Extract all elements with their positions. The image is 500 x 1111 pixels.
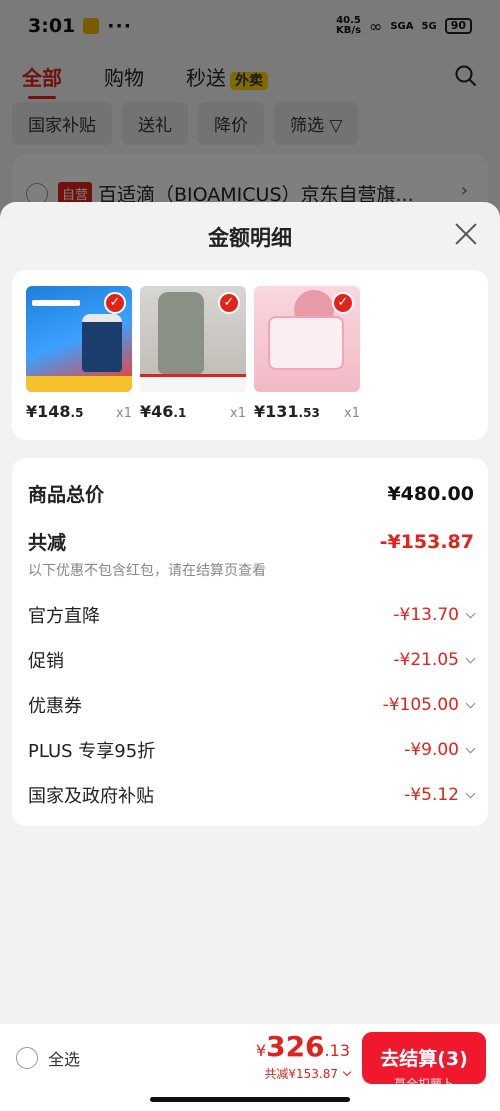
- checkout-sublabel: 莫全扣萝卜: [393, 1077, 454, 1084]
- product-price: ¥148.5: [26, 402, 83, 421]
- amount-decimal: .13: [324, 1041, 350, 1060]
- total-price-value: ¥480.00: [387, 482, 474, 505]
- product-image-fish-oil: ✓: [26, 286, 132, 392]
- reduced-amount: 共减¥153.87: [264, 1067, 338, 1081]
- government-subsidy-amount: -¥5.12: [404, 785, 459, 805]
- chevron-down-icon: [465, 788, 476, 798]
- discount-note: 以下优惠不包含红包，请在结算页查看: [28, 563, 266, 579]
- product-item[interactable]: ✓ ¥46.1 x1: [140, 286, 246, 421]
- product-price: ¥46.1: [140, 402, 186, 421]
- close-icon[interactable]: [454, 222, 478, 246]
- product-image-pants: ✓: [140, 286, 246, 392]
- product-thumbnails: ✓ ¥148.5 x1 ✓ ¥46.1 x1 ✓ ¥131.53 x1: [12, 270, 488, 440]
- checked-icon: ✓: [332, 292, 354, 314]
- amount-detail-sheet: 金额明细 ✓ ¥148.5 x1 ✓ ¥46.1 x1 ✓ ¥131.53 x1…: [0, 202, 500, 1111]
- product-price-int: ¥131: [254, 402, 299, 421]
- row-plus-discount[interactable]: PLUS 专享95折 -¥9.00: [28, 737, 476, 763]
- official-discount-value: -¥13.70: [393, 605, 476, 625]
- government-subsidy-value: -¥5.12: [404, 785, 476, 805]
- product-price: ¥131.53: [254, 402, 320, 421]
- row-official-discount[interactable]: 官方直降 -¥13.70: [28, 602, 476, 628]
- product-qty: x1: [344, 406, 360, 421]
- sheet-title: 金额明细: [208, 226, 292, 250]
- chevron-down-icon: [342, 1067, 352, 1076]
- select-all-radio[interactable]: [16, 1047, 38, 1069]
- home-indicator[interactable]: [150, 1097, 350, 1102]
- product-item[interactable]: ✓ ¥148.5 x1: [26, 286, 132, 421]
- product-price-int: ¥46: [140, 402, 174, 421]
- product-price-dec: .1: [173, 406, 187, 420]
- select-all[interactable]: 全选: [16, 1046, 80, 1070]
- coupon-amount: -¥105.00: [382, 695, 459, 715]
- promotion-label: 促销: [28, 651, 64, 672]
- product-qty: x1: [116, 406, 132, 421]
- amount-integer: 326: [266, 1030, 325, 1063]
- coupon-label: 优惠券: [28, 696, 82, 717]
- product-item[interactable]: ✓ ¥131.53 x1: [254, 286, 360, 421]
- product-image-underwear: ✓: [254, 286, 360, 392]
- checkout-label: 去结算(3): [380, 1048, 468, 1070]
- chevron-down-icon: [465, 608, 476, 618]
- checked-icon: ✓: [104, 292, 126, 314]
- row-total-price: 商品总价 ¥480.00: [28, 480, 474, 507]
- product-price-dec: .5: [70, 406, 84, 420]
- government-subsidy-label: 国家及政府补贴: [28, 786, 154, 807]
- select-all-label: 全选: [48, 1050, 81, 1069]
- product-price-int: ¥148: [26, 402, 71, 421]
- total-price-label: 商品总价: [28, 484, 105, 506]
- official-discount-amount: -¥13.70: [393, 605, 459, 625]
- promotion-value: -¥21.05: [393, 650, 476, 670]
- currency-symbol: ¥: [255, 1041, 267, 1060]
- promotion-amount: -¥21.05: [393, 650, 459, 670]
- plus-discount-label: PLUS 专享95折: [28, 741, 156, 762]
- chevron-down-icon: [465, 743, 476, 753]
- official-discount-label: 官方直降: [28, 606, 100, 627]
- total-reduction-label: 共减: [28, 532, 67, 554]
- checkout-button[interactable]: 去结算(3) 莫全扣萝卜: [362, 1032, 486, 1084]
- plus-discount-amount: -¥9.00: [404, 740, 459, 760]
- chevron-down-icon: [465, 653, 476, 663]
- chevron-down-icon: [465, 698, 476, 708]
- plus-discount-value: -¥9.00: [404, 740, 476, 760]
- product-price-dec: .53: [298, 406, 320, 420]
- price-breakdown: 商品总价 ¥480.00 共减 -¥153.87 以下优惠不包含红包，请在结算页…: [12, 458, 488, 826]
- row-promotion[interactable]: 促销 -¥21.05: [28, 647, 476, 673]
- coupon-value: -¥105.00: [382, 695, 476, 715]
- row-government-subsidy[interactable]: 国家及政府补贴 -¥5.12: [28, 782, 476, 808]
- row-coupon[interactable]: 优惠券 -¥105.00: [28, 692, 476, 718]
- total-reduction-value: -¥153.87: [379, 530, 474, 553]
- total-amount[interactable]: ¥326.13 共减¥153.87: [255, 1030, 352, 1082]
- checked-icon: ✓: [218, 292, 240, 314]
- row-total-reduction: 共减 -¥153.87: [28, 528, 474, 555]
- product-qty: x1: [230, 406, 246, 421]
